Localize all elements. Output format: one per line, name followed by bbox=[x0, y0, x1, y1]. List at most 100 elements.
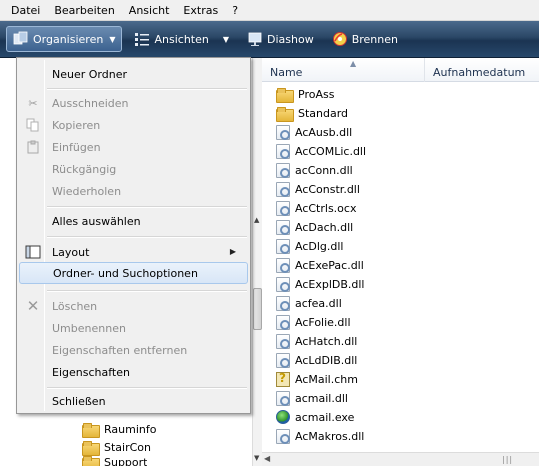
menu-item-cut[interactable]: ✂ Ausschneiden bbox=[19, 92, 248, 114]
dll-file-icon bbox=[276, 162, 290, 178]
clipboard-icon bbox=[25, 139, 41, 155]
menu-item-folder-options[interactable]: Ordner- und Suchoptionen bbox=[19, 262, 248, 284]
file-row[interactable]: AcLdDIB.dll bbox=[276, 351, 357, 369]
scrollbar-thumb[interactable] bbox=[253, 288, 262, 330]
file-list[interactable]: Name ▲ Aufnahmedatum ProAss Standard AcA… bbox=[262, 58, 539, 466]
file-row[interactable]: AcConstr.dll bbox=[276, 180, 360, 198]
menu-item-label: Einfügen bbox=[52, 140, 101, 154]
file-row[interactable]: AcExePac.dll bbox=[276, 256, 364, 274]
file-row[interactable]: AcCtrls.ocx bbox=[276, 199, 356, 217]
file-name: ProAss bbox=[298, 87, 335, 101]
menu-item-label: Rückgängig bbox=[52, 162, 117, 176]
dll-file-icon bbox=[276, 352, 290, 368]
burn-button[interactable]: Brennen bbox=[326, 26, 404, 52]
nav-folder-label: StairCon bbox=[104, 440, 151, 454]
scroll-down-arrow-icon[interactable]: ▼ bbox=[254, 454, 259, 462]
file-row[interactable]: AcDlg.dll bbox=[276, 237, 343, 255]
menu-separator bbox=[47, 206, 247, 208]
scroll-left-arrow-icon[interactable]: ◀ bbox=[264, 454, 270, 463]
menu-bearbeiten[interactable]: Bearbeiten bbox=[47, 0, 121, 21]
file-name: AcMakros.dll bbox=[295, 429, 365, 443]
dll-file-icon bbox=[276, 238, 290, 254]
organize-button[interactable]: Organisieren ▼ bbox=[6, 26, 123, 52]
file-name: AcFolie.dll bbox=[295, 315, 351, 329]
file-row[interactable]: AcDach.dll bbox=[276, 218, 353, 236]
scissors-icon: ✂ bbox=[28, 96, 38, 110]
slideshow-icon bbox=[247, 31, 263, 47]
file-row[interactable]: acfea.dll bbox=[276, 294, 342, 312]
file-row[interactable]: AcAusb.dll bbox=[276, 123, 352, 141]
scroll-up-arrow-icon[interactable]: ▲ bbox=[254, 216, 259, 224]
dll-file-icon bbox=[276, 314, 290, 330]
menu-extras[interactable]: Extras bbox=[176, 0, 225, 21]
dll-file-icon bbox=[276, 390, 290, 406]
exe-file-icon bbox=[276, 410, 290, 424]
file-row[interactable]: AcHatch.dll bbox=[276, 332, 357, 350]
file-name: acmail.dll bbox=[295, 391, 348, 405]
menu-item-label: Ausschneiden bbox=[52, 96, 129, 110]
dll-file-icon bbox=[276, 333, 290, 349]
folder-icon bbox=[82, 440, 100, 456]
file-row[interactable]: acConn.dll bbox=[276, 161, 353, 179]
menu-item-layout[interactable]: Layout ▶ bbox=[19, 241, 248, 263]
menu-item-select-all[interactable]: Alles auswählen bbox=[19, 210, 248, 232]
file-name: AcCOMLic.dll bbox=[295, 144, 367, 158]
organize-icon bbox=[13, 31, 29, 47]
menu-separator bbox=[47, 88, 247, 90]
navigation-scrollbar[interactable]: ▲ ▼ bbox=[252, 58, 262, 466]
dll-file-icon bbox=[276, 428, 290, 444]
dll-file-icon bbox=[276, 276, 290, 292]
menu-item-remove-properties[interactable]: Eigenschaften entfernen bbox=[19, 339, 248, 361]
dll-file-icon bbox=[276, 295, 290, 311]
burn-disc-icon bbox=[332, 31, 348, 47]
file-name: acfea.dll bbox=[295, 296, 342, 310]
file-row[interactable]: acmail.exe bbox=[276, 408, 354, 426]
views-icon bbox=[134, 31, 150, 47]
slideshow-button[interactable]: Diashow bbox=[241, 26, 320, 52]
file-row[interactable]: ProAss bbox=[276, 85, 334, 103]
folder-icon bbox=[276, 106, 294, 122]
menu-item-label: Schließen bbox=[52, 394, 106, 408]
menu-item-label: Eigenschaften bbox=[52, 365, 130, 379]
file-row[interactable]: AcMakros.dll bbox=[276, 427, 364, 445]
menu-item-paste[interactable]: Einfügen bbox=[19, 136, 248, 158]
menu-item-undo[interactable]: Rückgängig bbox=[19, 158, 248, 180]
menu-item-delete[interactable]: ✕ Löschen bbox=[19, 295, 248, 317]
chevron-down-icon: ▼ bbox=[109, 34, 116, 44]
delete-x-icon: ✕ bbox=[26, 297, 40, 315]
nav-folder-rauminfo[interactable]: Rauminfo bbox=[82, 420, 156, 438]
nav-folder-staircon[interactable]: StairCon bbox=[82, 438, 151, 456]
file-row[interactable]: AcFolie.dll bbox=[276, 313, 351, 331]
sort-ascending-icon: ▲ bbox=[350, 59, 357, 68]
menu-item-properties[interactable]: Eigenschaften bbox=[19, 361, 248, 383]
organize-menu: Neuer Ordner ✂ Ausschneiden Kopieren Ein… bbox=[16, 57, 251, 414]
slideshow-label: Diashow bbox=[267, 32, 314, 46]
menu-item-label: Kopieren bbox=[52, 118, 101, 132]
file-row[interactable]: AcCOMLic.dll bbox=[276, 142, 366, 160]
menu-separator bbox=[47, 290, 247, 292]
dll-file-icon bbox=[276, 257, 290, 273]
layout-icon bbox=[25, 244, 41, 260]
file-row[interactable]: AcMail.chm bbox=[276, 370, 358, 388]
views-button[interactable]: Ansichten ▼ bbox=[128, 26, 235, 52]
file-name: AcDach.dll bbox=[295, 220, 354, 234]
folder-icon bbox=[276, 87, 294, 103]
column-header-date[interactable]: Aufnahmedatum bbox=[425, 58, 539, 82]
file-row[interactable]: AcExplDB.dll bbox=[276, 275, 365, 293]
menu-ansicht[interactable]: Ansicht bbox=[122, 0, 177, 21]
menu-item-copy[interactable]: Kopieren bbox=[19, 114, 248, 136]
scrollbar-grip-icon[interactable]: ||| bbox=[502, 455, 513, 464]
nav-folder-support[interactable]: Support bbox=[82, 456, 147, 466]
menu-item-close[interactable]: Schließen bbox=[19, 390, 248, 412]
column-header-name[interactable]: Name bbox=[262, 58, 425, 82]
menu-datei[interactable]: Datei bbox=[4, 0, 47, 21]
menu-item-rename[interactable]: Umbenennen bbox=[19, 317, 248, 339]
file-row[interactable]: Standard bbox=[276, 104, 348, 122]
horizontal-scrollbar[interactable]: ◀ ||| bbox=[262, 452, 539, 466]
menu-item-new-folder[interactable]: Neuer Ordner bbox=[19, 63, 248, 85]
file-name: acmail.exe bbox=[295, 410, 355, 424]
file-row[interactable]: acmail.dll bbox=[276, 389, 348, 407]
file-name: AcConstr.dll bbox=[295, 182, 360, 196]
menu-item-redo[interactable]: Wiederholen bbox=[19, 180, 248, 202]
menu-help[interactable]: ? bbox=[225, 0, 245, 21]
